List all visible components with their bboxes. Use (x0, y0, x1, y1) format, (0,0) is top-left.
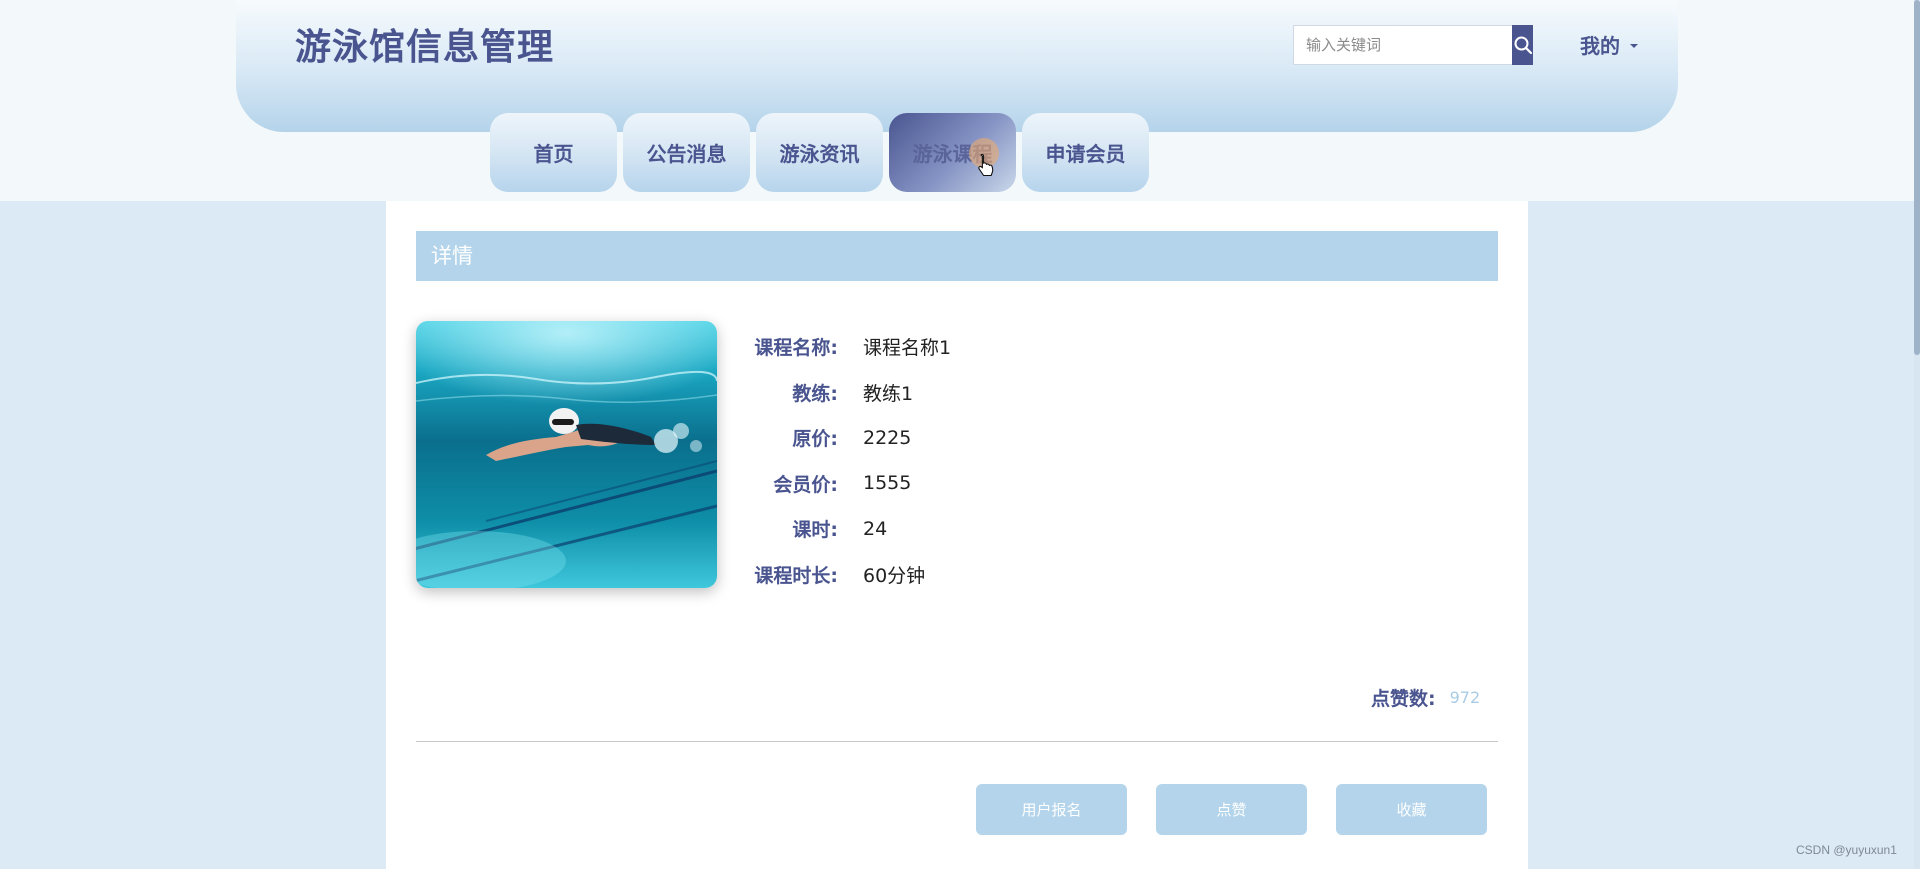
likes-count: 点赞数: 972 (1371, 684, 1480, 711)
course-info: 课程名称: 课程名称1 教练: 教练1 原价: 2225 会员价: 1555 课… (731, 324, 951, 597)
nav-item-label: 游泳资讯 (779, 142, 860, 166)
nav-item-label: 申请会员 (1045, 142, 1126, 166)
detail-header: 详情 (416, 231, 1498, 281)
info-value: 2225 (863, 426, 912, 449)
info-row-course-name: 课程名称: 课程名称1 (731, 324, 951, 370)
info-label: 课程时长: (754, 564, 838, 587)
info-value: 教练1 (863, 382, 914, 405)
search-box (1293, 25, 1533, 65)
info-value: 60分钟 (863, 564, 926, 587)
detail-panel: 详情 课程名称: 课程名称1 教练: 教练1 原价: 2225 会员价: 155… (386, 201, 1528, 869)
search-button[interactable] (1512, 25, 1533, 65)
info-row-duration: 课程时长: 60分钟 (731, 552, 951, 598)
nav-item-announcements[interactable]: 公告消息 (623, 113, 750, 192)
likes-value: 972 (1449, 688, 1481, 707)
nav-item-label: 首页 (533, 142, 574, 166)
info-row-member-price: 会员价: 1555 (731, 461, 951, 507)
user-menu-label: 我的 (1580, 34, 1620, 58)
info-row-lessons: 课时: 24 (731, 506, 951, 552)
site-title: 游泳馆信息管理 (295, 27, 555, 68)
hand-cursor-icon (978, 153, 994, 177)
favorite-button[interactable]: 收藏 (1336, 784, 1487, 835)
info-value: 1555 (863, 472, 912, 495)
search-icon (1514, 36, 1532, 55)
info-label: 教练: (792, 382, 838, 405)
info-row-original-price: 原价: 2225 (731, 415, 951, 461)
like-button[interactable]: 点赞 (1156, 784, 1307, 835)
info-label: 课时: (792, 519, 838, 542)
info-value: 24 (863, 517, 888, 540)
main-nav: 首页 公告消息 游泳资讯 游泳课程 申请会员 (490, 113, 1149, 192)
scrollbar[interactable] (1914, 0, 1920, 869)
user-menu[interactable]: 我的 (1580, 30, 1638, 59)
caret-down-icon (1630, 43, 1638, 48)
info-label: 原价: (792, 428, 838, 451)
info-value: 课程名称1 (863, 337, 952, 360)
nav-item-apply-membership[interactable]: 申请会员 (1022, 113, 1149, 192)
nav-item-label: 公告消息 (646, 142, 727, 166)
watermark: CSDN @yuyuxun1 (1796, 843, 1897, 857)
nav-item-swim-news[interactable]: 游泳资讯 (756, 113, 883, 192)
search-input[interactable] (1294, 26, 1512, 64)
nav-item-home[interactable]: 首页 (490, 113, 617, 192)
likes-label: 点赞数: (1371, 688, 1436, 710)
signup-button[interactable]: 用户报名 (976, 784, 1127, 835)
divider (416, 741, 1498, 742)
course-image (416, 321, 717, 588)
scrollbar-thumb[interactable] (1914, 0, 1920, 355)
nav-item-swim-courses[interactable]: 游泳课程 (889, 113, 1016, 192)
info-row-coach: 教练: 教练1 (731, 370, 951, 416)
info-label: 课程名称: (754, 337, 838, 360)
info-label: 会员价: (773, 473, 838, 496)
